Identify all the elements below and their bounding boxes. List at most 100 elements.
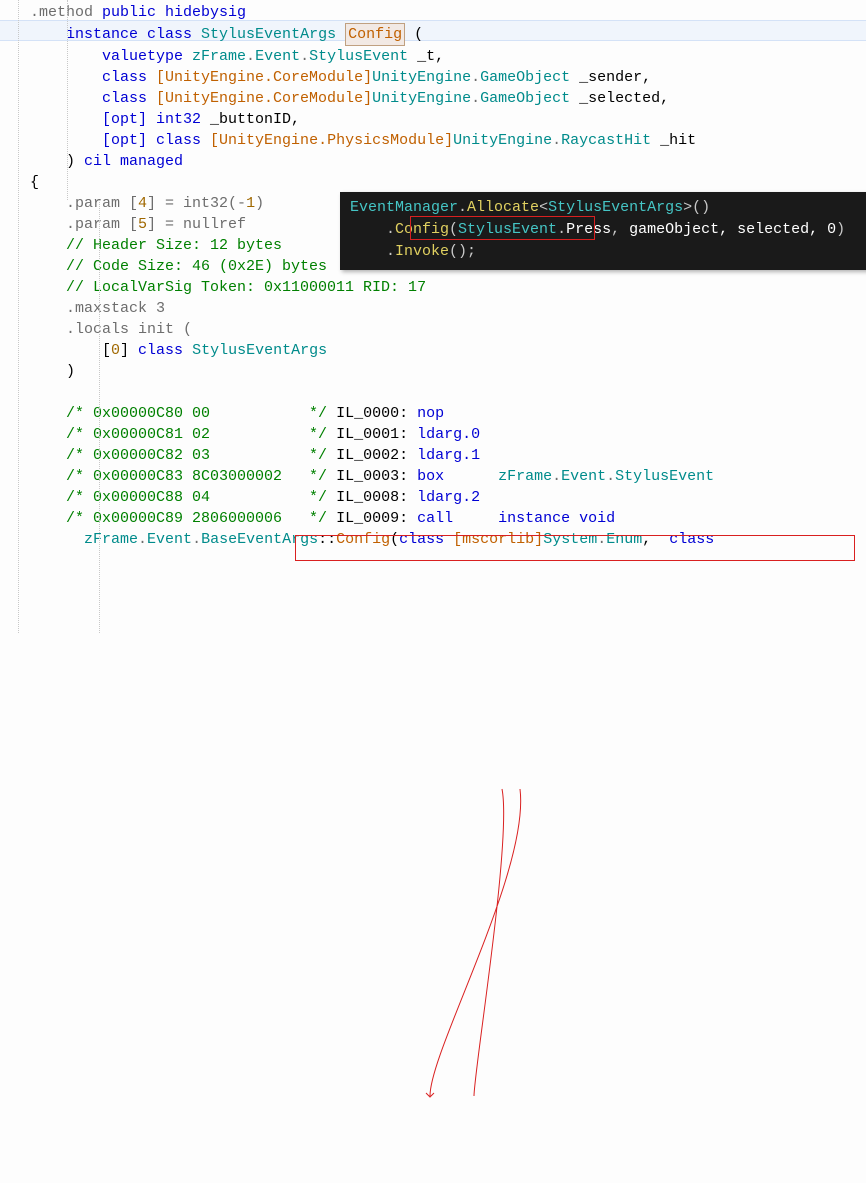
p: .: [192, 531, 201, 548]
kw-opt: [opt]: [30, 111, 156, 128]
brace-open: {: [30, 174, 39, 191]
paren: ): [255, 195, 264, 212]
p: .: [246, 48, 255, 65]
num-0: 0: [111, 342, 120, 359]
il-label: IL_0002:: [327, 447, 417, 464]
paren: ): [836, 221, 845, 238]
parens-semi: ();: [449, 243, 476, 260]
opcode-ldarg2: ldarg.2: [417, 489, 480, 506]
type-raycasthit: RaycastHit: [561, 132, 651, 149]
kw-class: class: [30, 69, 156, 86]
kw-cil: cil managed: [84, 153, 183, 170]
num-1: 1: [246, 195, 255, 212]
t-eventmanager: EventManager: [350, 199, 458, 216]
ns-unity: UnityEngine: [453, 132, 552, 149]
code-content: .method public hidebysig instance class …: [30, 2, 866, 550]
type-styluseventargs: StylusEventArgs: [192, 26, 336, 43]
config-highlight: Config: [345, 23, 405, 46]
sp: [453, 510, 498, 527]
il-label: IL_0009:: [327, 510, 417, 527]
kw-class: class: [147, 26, 192, 43]
lt: <: [539, 199, 548, 216]
ns-unity: UnityEngine: [372, 90, 471, 107]
sp: [444, 468, 498, 485]
comment-hdr: // Header Size: 12 bytes: [30, 237, 282, 254]
type-gameobj: GameObject: [480, 69, 570, 86]
kw-method: .method: [30, 4, 93, 21]
param-selected: _selected,: [570, 90, 669, 107]
ns-zframe: zFrame: [30, 531, 138, 548]
comment-localvarsig: // LocalVarSig Token: 0x11000011 RID: 17: [30, 279, 426, 296]
ns-zframe: zFrame: [498, 468, 552, 485]
t-styluseventargs: StylusEventArgs: [548, 199, 683, 216]
type-styluseventargs: StylusEventArgs: [183, 342, 327, 359]
sp: [570, 510, 579, 527]
br: ]: [120, 342, 138, 359]
type-int32: int32: [156, 111, 201, 128]
param-dir: .param [: [30, 195, 138, 212]
kw-void: void: [579, 510, 615, 527]
type-stylusevent: StylusEvent: [615, 468, 714, 485]
il-label: IL_0003:: [327, 468, 417, 485]
kw-instance: instance: [30, 26, 147, 43]
t-invoke: Invoke: [395, 243, 449, 260]
comment-code: // Code Size: 46 (0x2E) bytes: [30, 258, 327, 275]
il-addr: /* 0x00000C81 02 */: [30, 426, 327, 443]
t-args: gameObject, selected, 0: [620, 221, 836, 238]
asm-core: [UnityEngine.CoreModule]: [156, 69, 372, 86]
param-nullref: ] = nullref: [147, 216, 246, 233]
type-gameobj: GameObject: [480, 90, 570, 107]
paren-close: ): [30, 363, 75, 380]
param-sender: _sender,: [570, 69, 651, 86]
opcode-box: box: [417, 468, 444, 485]
callout-box-source: [410, 216, 595, 240]
kw-class: class: [30, 90, 156, 107]
kw-instance: instance: [498, 510, 570, 527]
opcode-nop: nop: [417, 405, 444, 422]
callout-arrow: [0, 550, 866, 1183]
maxstack: .maxstack 3: [30, 300, 165, 317]
p: .: [138, 531, 147, 548]
il-addr: /* 0x00000C83 8C03000002 */: [30, 468, 327, 485]
kw-public-hidebysig: public hidebysig: [93, 4, 246, 21]
p: .: [471, 69, 480, 86]
p: .: [552, 468, 561, 485]
il-label: IL_0008:: [327, 489, 417, 506]
il-addr: /* 0x00000C88 04 */: [30, 489, 327, 506]
asm-physics: [UnityEngine.PhysicsModule]: [210, 132, 453, 149]
p: .: [471, 90, 480, 107]
opcode-ldarg0: ldarg.0: [417, 426, 480, 443]
t-allocate: Allocate: [467, 199, 539, 216]
param-dir: .param [: [30, 216, 138, 233]
ns-unity: UnityEngine: [372, 69, 471, 86]
il-addr: /* 0x00000C80 00 */: [30, 405, 327, 422]
kw-valuetype: valuetype: [30, 48, 192, 65]
asm-core: [UnityEngine.CoreModule]: [156, 90, 372, 107]
il-addr: /* 0x00000C82 03 */: [30, 447, 327, 464]
type-stylusevent: StylusEvent: [309, 48, 408, 65]
callout-box-target: [295, 535, 855, 561]
indent: .: [350, 221, 395, 238]
indent: .: [350, 243, 395, 260]
kw-class: class: [138, 342, 183, 359]
ns-event: Event: [255, 48, 300, 65]
guide-line-3: [99, 200, 101, 633]
il-label: IL_0000:: [327, 405, 417, 422]
locals: .locals init (: [30, 321, 192, 338]
opcode-ldarg1: ldarg.1: [417, 447, 480, 464]
kw-opt: [opt]: [30, 132, 156, 149]
p: .: [552, 132, 561, 149]
param-buttonid: _buttonID,: [201, 111, 300, 128]
num-4: 4: [138, 195, 147, 212]
kw-class: class: [156, 132, 210, 149]
num-5: 5: [138, 216, 147, 233]
code-editor[interactable]: .method public hidebysig instance class …: [0, 0, 866, 550]
il-label: IL_0001:: [327, 426, 417, 443]
p: .: [300, 48, 309, 65]
il-addr: /* 0x00000C89 2806000006 */: [30, 510, 327, 527]
gtparen: >(): [683, 199, 710, 216]
opcode-call: call: [417, 510, 453, 527]
paren-open: (: [405, 26, 423, 43]
param-hit: _hit: [651, 132, 696, 149]
param-val: ] = int32(-: [147, 195, 246, 212]
